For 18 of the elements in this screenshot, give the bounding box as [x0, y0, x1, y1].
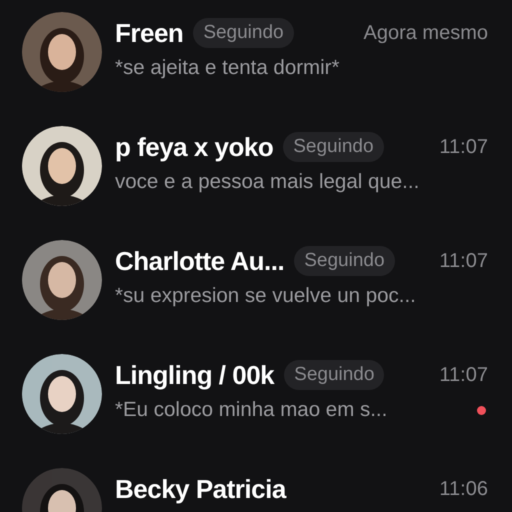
message-preview: *su expresion se vuelve un poc... — [115, 282, 416, 309]
following-badge: Seguindo — [283, 132, 384, 162]
message-preview: *Eu coloco minha mao em s... — [115, 396, 388, 423]
timestamp: 11:06 — [439, 477, 488, 502]
message-preview: voce e a pessoa mais legal que... — [115, 168, 420, 195]
timestamp: 11:07 — [439, 249, 488, 274]
following-badge: Seguindo — [294, 246, 395, 276]
contact-name: Lingling / 00k — [115, 358, 274, 392]
contact-name: Charlotte Au... — [115, 244, 284, 278]
contact-name: Freen — [115, 16, 184, 50]
timestamp: Agora mesmo — [364, 21, 488, 46]
timestamp: 11:07 — [439, 135, 488, 160]
message-preview: *se ajeita e tenta dormir* — [115, 54, 340, 81]
timestamp: 11:07 — [439, 363, 488, 388]
contact-name: p feya x yoko — [115, 130, 274, 164]
contact-name: Becky Patricia — [115, 472, 286, 506]
following-badge: Seguindo — [284, 360, 384, 390]
following-badge: Seguindo — [193, 18, 294, 48]
